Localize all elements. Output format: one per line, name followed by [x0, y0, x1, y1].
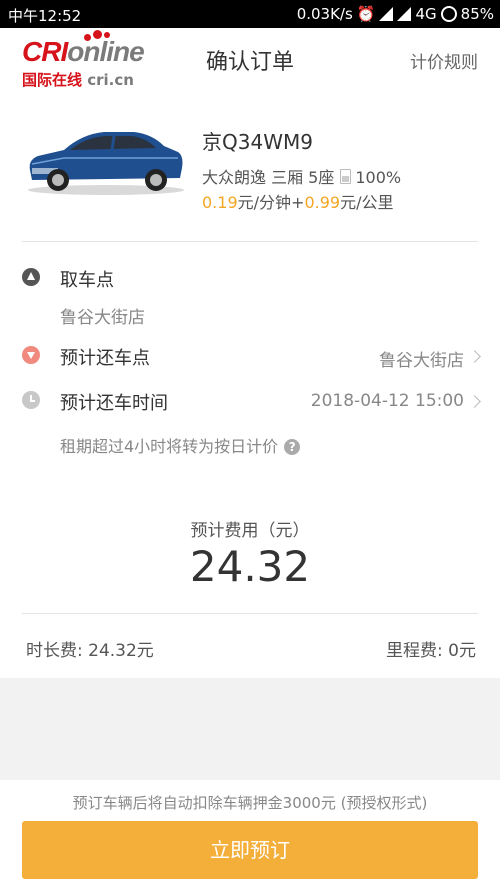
duration-fee: 时长费: 24.32元 — [26, 641, 154, 661]
return-time-label[interactable]: 预计还车时间 — [60, 389, 168, 415]
car-rate: 0.19元/分钟+0.99元/公里 — [202, 189, 393, 213]
divider — [22, 613, 478, 614]
help-icon[interactable]: ? — [284, 439, 301, 455]
status-right: 0.03K/s ⏰ 4G 85% — [297, 5, 494, 23]
status-bar: 中午12:52 0.03K/s ⏰ 4G 85% — [0, 0, 500, 28]
return-point-label[interactable]: 预计还车点 — [60, 344, 150, 370]
return-time-value[interactable]: 2018-04-12 15:00 — [311, 391, 464, 411]
return-point-value[interactable]: 鲁谷大街店 — [379, 346, 464, 371]
car-model-info: 大众朗逸 三厢 5座 100% — [202, 164, 401, 188]
fee-summary-card: 预计费用（元） 24.32 时长费: 24.32元 里程费: 0元 — [0, 490, 500, 678]
battery-level: 85% — [460, 5, 494, 23]
fee-amount: 24.32 — [189, 542, 311, 591]
rate-per-minute: 0.19 — [202, 193, 238, 212]
chevron-right-icon[interactable] — [468, 350, 481, 363]
deposit-note: 预订车辆后将自动扣除车辆押金3000元 (预授权形式) — [72, 794, 428, 812]
pricing-rules-link[interactable]: 计价规则 — [410, 48, 478, 73]
rate-km-unit: 元/公里 — [340, 193, 394, 212]
alarm-icon: ⏰ — [356, 5, 376, 23]
rental-note: 租期超过4小时将转为按日计价? — [60, 433, 301, 457]
pickup-label: 取车点 — [60, 270, 114, 291]
pickup-value: 鲁谷大街店 — [60, 308, 145, 328]
car-plate: 京Q34WM9 — [202, 130, 313, 154]
battery-icon — [440, 6, 457, 22]
signal-icon — [379, 7, 394, 21]
fuel-icon — [340, 169, 352, 184]
fee-title: 预计费用（元） — [190, 521, 310, 541]
mileage-fee: 里程费: 0元 — [386, 641, 476, 661]
car-model: 大众朗逸 三厢 5座 — [202, 168, 335, 187]
status-time: 中午12:52 — [8, 7, 82, 25]
signal-icon-2 — [397, 7, 412, 21]
network-speed: 0.03K/s — [296, 5, 353, 23]
network-type: 4G — [415, 5, 437, 23]
book-now-button[interactable]: 立即预订 — [22, 821, 478, 879]
return-point-icon — [22, 346, 40, 364]
rate-per-km: 0.99 — [304, 193, 341, 212]
fuel-level: 100% — [355, 168, 402, 187]
clock-icon — [22, 391, 40, 409]
rental-note-text: 租期超过4小时将转为按日计价 — [60, 437, 279, 456]
rate-minute-unit: 元/分钟+ — [237, 193, 305, 212]
car-image — [28, 132, 184, 195]
chevron-right-icon[interactable] — [468, 395, 481, 408]
divider — [22, 241, 478, 242]
pickup-point-icon — [22, 268, 40, 286]
order-details-card: 京Q34WM9 大众朗逸 三厢 5座 100% 0.19元/分钟+0.99元/公里… — [0, 92, 500, 490]
app-header: CRIonline 国际在线 cri.cn 确认订单 计价规则 — [0, 28, 500, 93]
